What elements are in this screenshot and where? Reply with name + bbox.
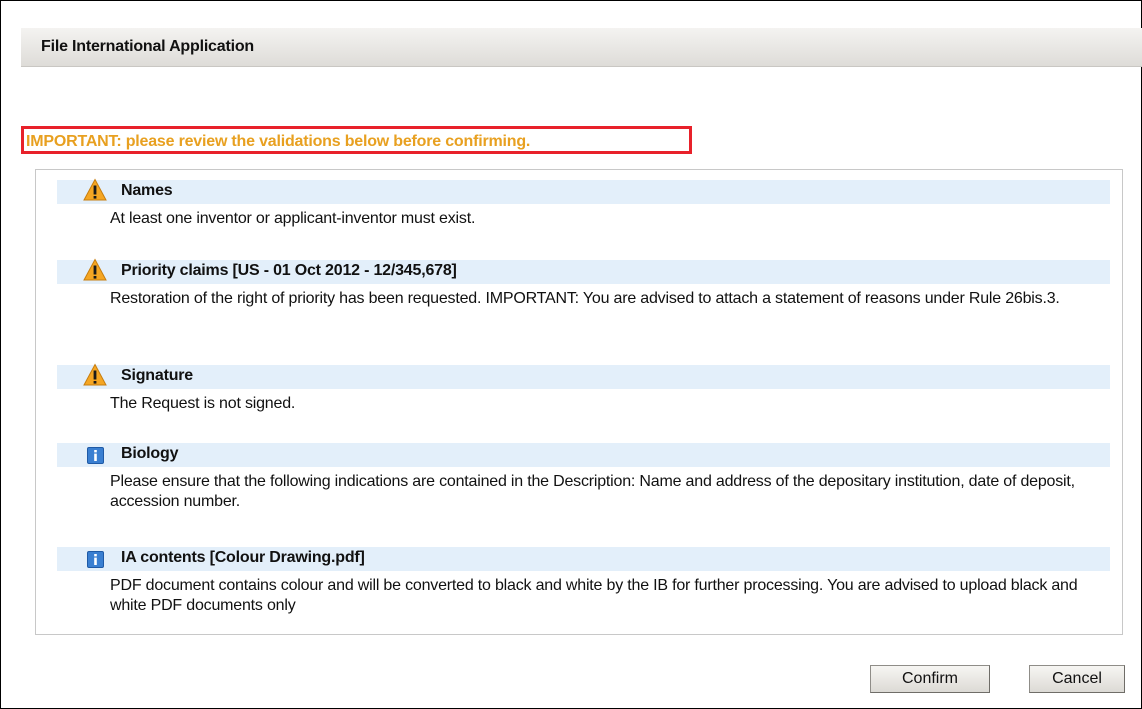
validation-item-description: Restoration of the right of priority has… xyxy=(110,290,1060,307)
validation-item-description: PDF document contains colour and will be… xyxy=(110,577,1078,614)
validation-item-title: Biology xyxy=(121,445,179,462)
info-icon xyxy=(87,447,104,464)
important-notice-text: IMPORTANT: please review the validations… xyxy=(26,133,531,150)
info-icon xyxy=(87,551,104,568)
validation-item-title: Priority claims [US - 01 Oct 2012 - 12/3… xyxy=(121,262,457,279)
validation-item-title: Signature xyxy=(121,367,193,384)
validation-item-header: IA contents [Colour Drawing.pdf] xyxy=(57,547,1110,571)
confirm-button[interactable]: Confirm xyxy=(870,665,990,693)
important-notice: IMPORTANT: please review the validations… xyxy=(21,126,692,154)
validation-item-description: The Request is not signed. xyxy=(110,395,296,412)
dialog-title-bar: File International Application xyxy=(21,28,1142,67)
validation-item-description: Please ensure that the following indicat… xyxy=(110,473,1075,510)
warning-icon xyxy=(83,258,107,281)
dialog-title: File International Application xyxy=(41,38,254,55)
file-international-application-dialog: File International Application IMPORTANT… xyxy=(0,0,1142,709)
cancel-button[interactable]: Cancel xyxy=(1029,665,1125,693)
validation-item-header: Priority claims [US - 01 Oct 2012 - 12/3… xyxy=(57,258,1110,284)
validation-item-header: Biology xyxy=(57,443,1110,467)
validation-item-header: Signature xyxy=(57,363,1110,389)
warning-icon xyxy=(83,363,107,386)
validation-item-header: Names xyxy=(57,178,1110,204)
warning-icon xyxy=(83,178,107,201)
validation-item-title: Names xyxy=(121,182,173,199)
validation-item-title: IA contents [Colour Drawing.pdf] xyxy=(121,549,365,566)
validation-item-description: At least one inventor or applicant-inven… xyxy=(110,210,476,227)
validation-list[interactable]: Names At least one inventor or applicant… xyxy=(35,169,1123,635)
